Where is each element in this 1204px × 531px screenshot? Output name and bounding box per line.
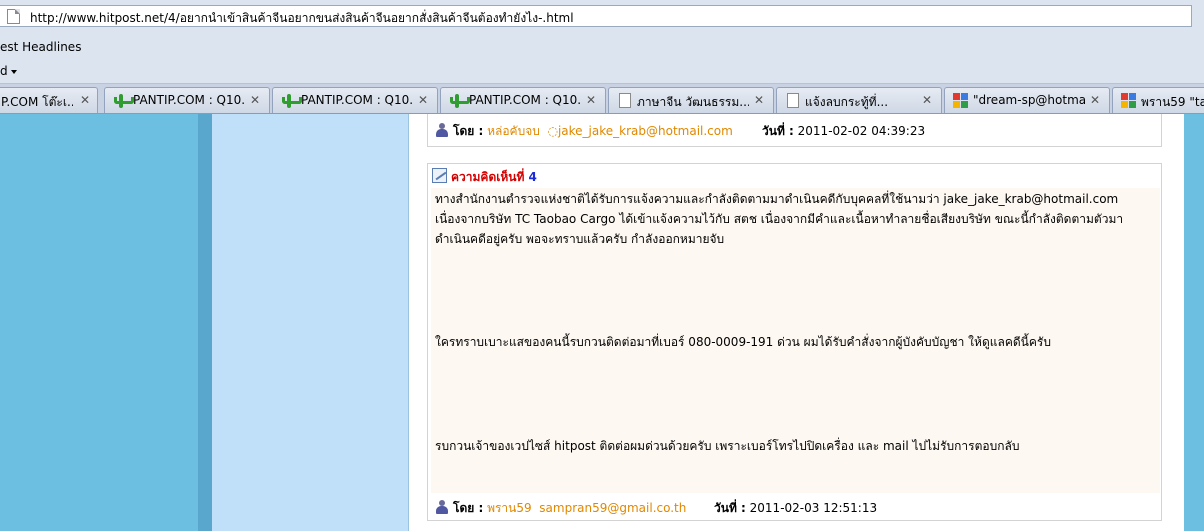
comment-title-label: ความคิดเห็นที่: [451, 170, 525, 184]
tab-title: PANTIP.COM : Q10...: [469, 93, 581, 107]
cactus-icon: [281, 93, 302, 109]
google-icon: [1121, 93, 1137, 109]
tab-1[interactable]: P.COM โต๊ะเ... ✕: [0, 87, 98, 113]
comment-paragraph-1: ทางสำนักงานตำรวจแห่งชาติได้รับการแจ้งควา…: [435, 192, 1124, 246]
author-link[interactable]: พราน59: [487, 501, 532, 515]
author-email[interactable]: sampran59@gmail.co.th: [539, 501, 686, 515]
author-link[interactable]: หล่อคับจบ: [487, 124, 540, 138]
close-icon[interactable]: ✕: [417, 93, 429, 107]
comment-number: 4: [528, 170, 537, 184]
tab-7[interactable]: "dream-sp@hotmai... ✕: [944, 87, 1110, 113]
chevron-down-icon[interactable]: [11, 70, 17, 74]
tab-title: แจ้งลบกระทู้ที่...: [805, 95, 889, 109]
by-label: โดย :: [453, 501, 484, 515]
url-text: http://www.hitpost.net/4/อยากนำเข้าสินค้…: [30, 11, 574, 25]
tab-3[interactable]: PANTIP.COM : Q10... ✕: [272, 87, 438, 113]
author-email[interactable]: jake_jake_krab@hotmail.com: [558, 124, 733, 138]
page-right-margin: [1184, 114, 1204, 531]
close-icon[interactable]: ✕: [79, 93, 91, 107]
email-icon: ◌: [547, 124, 558, 138]
bookmark-latest-headlines[interactable]: est Headlines: [0, 40, 81, 54]
date-label: วันที่ :: [714, 501, 746, 515]
tab-8[interactable]: พราน59 "taob: [1112, 87, 1204, 113]
tab-2[interactable]: PANTIP.COM : Q10... ✕: [104, 87, 270, 113]
date-value: 2011-02-03 12:51:13: [749, 501, 878, 515]
tab-title: PANTIP.COM : Q10...: [133, 93, 245, 107]
comment-date: วันที่ : 2011-02-03 12:51:13: [714, 499, 877, 518]
tab-title: ภาษาจีน วัฒนธรรม...: [637, 95, 749, 109]
user-icon: [436, 123, 448, 137]
bookmark-folder[interactable]: d: [0, 64, 8, 78]
close-icon[interactable]: ✕: [753, 93, 765, 107]
page-sidebar-inner: [212, 114, 408, 531]
comment-title: ความคิดเห็นที่ 4: [451, 168, 537, 187]
tab-6[interactable]: แจ้งลบกระทู้ที่... ✕: [776, 87, 942, 113]
comment-icon: [432, 168, 447, 183]
google-icon: [953, 93, 969, 109]
bookmarks-toolbar: est Headlines: [0, 34, 1204, 60]
date-label: วันที่ :: [762, 124, 794, 138]
tab-title: P.COM โต๊ะเ...: [1, 95, 73, 109]
tab-title: พราน59 "taob: [1141, 95, 1204, 109]
comment-paragraph-2: ใครทราบเบาะแสของคนนี้รบกวนติดต่อมาที่เบอ…: [435, 335, 1051, 349]
cactus-icon: [113, 93, 134, 109]
close-icon[interactable]: ✕: [249, 93, 261, 107]
page-icon: [619, 93, 631, 108]
date-value: 2011-02-02 04:39:23: [797, 124, 926, 138]
close-icon[interactable]: ✕: [585, 93, 597, 107]
tab-5[interactable]: ภาษาจีน วัฒนธรรม... ✕: [608, 87, 774, 113]
address-bar: http://www.hitpost.net/4/อยากนำเข้าสินค้…: [0, 0, 1204, 34]
tab-title: PANTIP.COM : Q10...: [301, 93, 413, 107]
page-divider: [198, 114, 212, 531]
bookmarks-toolbar-secondary: d: [0, 60, 1204, 84]
url-input[interactable]: http://www.hitpost.net/4/อยากนำเข้าสินค้…: [0, 5, 1192, 27]
comment-paragraph-3: รบกวนเจ้าของเวปไซส์ hitpost ติดต่อผมด่วน…: [435, 439, 1020, 453]
tab-strip: P.COM โต๊ะเ... ✕ PANTIP.COM : Q10... ✕ P…: [0, 84, 1204, 114]
tab-4[interactable]: PANTIP.COM : Q10... ✕: [440, 87, 606, 113]
page-icon: [787, 93, 799, 108]
user-icon: [436, 500, 448, 514]
previous-comment-date: วันที่ : 2011-02-02 04:39:23: [762, 122, 925, 141]
cactus-icon: [449, 93, 470, 109]
by-label: โดย :: [453, 124, 484, 138]
page-icon: [7, 9, 20, 24]
close-icon[interactable]: ✕: [921, 93, 933, 107]
comment-meta: โดย : พราน59 sampran59@gmail.co.th: [453, 499, 686, 518]
previous-comment-meta: โดย : หล่อคับจบ ◌jake_jake_krab@hotmail.…: [453, 122, 733, 141]
tab-title: "dream-sp@hotmai...: [973, 93, 1085, 107]
close-icon[interactable]: ✕: [1089, 93, 1101, 107]
page-sidebar-left: [0, 114, 198, 531]
